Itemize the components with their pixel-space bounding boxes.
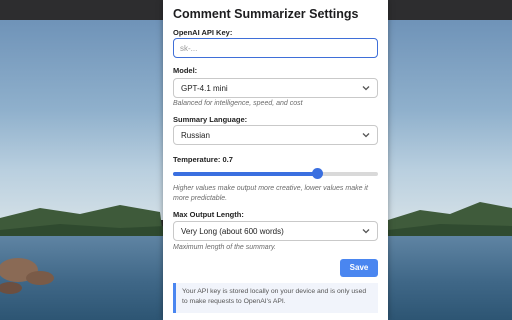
model-label: Model: bbox=[173, 66, 198, 75]
save-button[interactable]: Save bbox=[340, 259, 378, 277]
temperature-slider[interactable] bbox=[173, 168, 378, 180]
temperature-hint: Higher values make output more creative,… bbox=[173, 185, 368, 202]
max-length-hint: Maximum length of the summary. bbox=[173, 244, 276, 251]
model-select[interactable]: GPT-4.1 mini bbox=[173, 78, 378, 98]
slider-thumb[interactable] bbox=[311, 168, 323, 179]
shore-rocks bbox=[0, 258, 54, 294]
max-length-label: Max Output Length: bbox=[173, 210, 244, 219]
api-key-input[interactable] bbox=[173, 38, 378, 58]
language-label: Summary Language: bbox=[173, 115, 248, 124]
chevron-down-icon bbox=[362, 86, 370, 91]
language-select-value: Russian bbox=[181, 131, 210, 140]
api-key-label: OpenAI API Key: bbox=[173, 28, 233, 37]
max-length-select-value: Very Long (about 600 words) bbox=[181, 227, 284, 236]
slider-fill bbox=[173, 172, 317, 176]
temperature-label: Temperature: 0.7 bbox=[173, 155, 233, 164]
max-length-select[interactable]: Very Long (about 600 words) bbox=[173, 221, 378, 241]
language-select[interactable]: Russian bbox=[173, 125, 378, 145]
model-hint: Balanced for intelligence, speed, and co… bbox=[173, 100, 303, 107]
chevron-down-icon bbox=[362, 229, 370, 234]
chevron-down-icon bbox=[362, 133, 370, 138]
page-title: Comment Summarizer Settings bbox=[173, 7, 359, 21]
settings-panel: Comment Summarizer Settings OpenAI API K… bbox=[163, 0, 388, 320]
model-select-value: GPT-4.1 mini bbox=[181, 84, 228, 93]
api-key-note: Your API key is stored locally on your d… bbox=[173, 283, 378, 313]
